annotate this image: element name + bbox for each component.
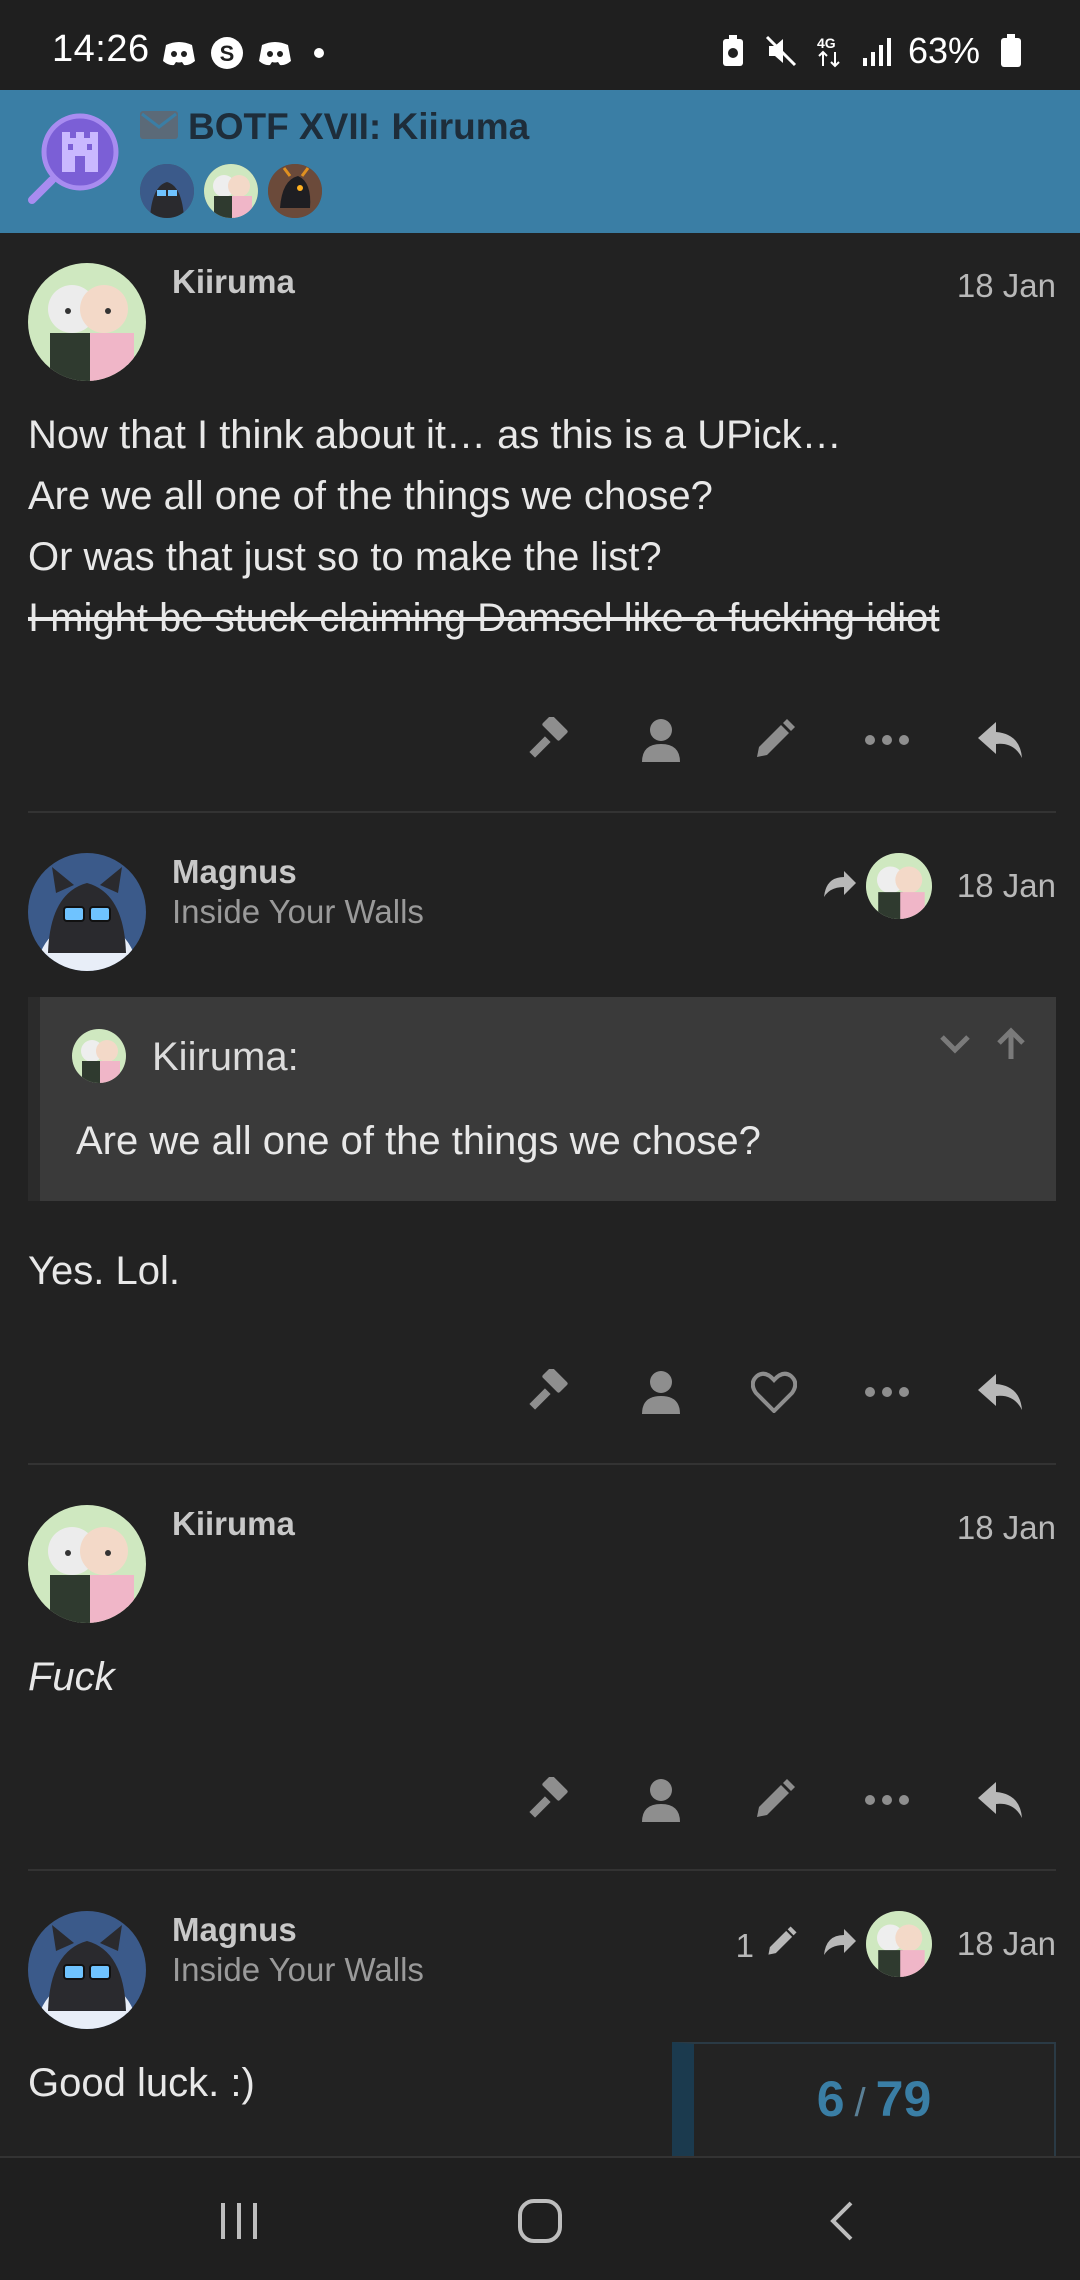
hammer-icon[interactable] [491,1357,604,1427]
user-icon[interactable] [604,705,717,775]
avatar [866,1911,932,1977]
edit-icon[interactable] [717,1765,830,1835]
svg-text:S: S [220,41,235,66]
heart-icon[interactable] [717,1357,830,1427]
post-body: Fuck [28,1655,115,1699]
discord-icon [258,36,292,70]
more-notifications-dot [314,48,324,58]
post-line: Or was that just so to make the list? [28,535,662,579]
reply-to-indicator[interactable] [822,853,932,919]
topic-progress[interactable]: 6/79 [672,2042,1056,2156]
share-icon [822,1927,858,1962]
progress-total: 79 [875,2071,932,2127]
system-icons: 4G 63% [716,30,1028,72]
recents-icon[interactable] [209,2196,269,2246]
post-date[interactable]: 18 Jan [957,1509,1056,1547]
network-icon: 4G [812,34,846,68]
edit-history-indicator[interactable]: 1 [736,1925,798,1967]
user-icon[interactable] [604,1357,717,1427]
pencil-icon [764,1925,798,1967]
post-body: Now that I think about it… as this is a … [28,405,1052,649]
signal-icon [860,34,894,68]
post-actions [491,1765,1056,1835]
more-icon[interactable] [830,705,943,775]
post-date[interactable]: 18 Jan [957,1925,1056,1963]
status-bar: 14:26 S 4G 63% [0,0,1080,90]
post-actions [491,1357,1056,1427]
post-body: Yes. Lol. [28,1249,180,1293]
progress-separator: / [854,2081,866,2125]
post-date[interactable]: 18 Jan [957,267,1056,305]
reply-icon[interactable] [943,1357,1056,1427]
reply-icon[interactable] [943,1765,1056,1835]
notification-icons: S [162,36,324,70]
post: Magnus Inside Your Walls 18 Jan Kiiruma:… [0,813,1080,1465]
mute-icon [764,34,798,68]
avatar[interactable] [268,164,322,218]
avatar[interactable] [140,164,194,218]
battery-percent: 63% [907,30,980,71]
post: Kiiruma 18 Jan Now that I think about it… [0,233,1080,813]
hammer-icon[interactable] [491,1765,604,1835]
avatar[interactable] [28,1505,146,1623]
battery-icon [994,34,1028,68]
svg-text:4G: 4G [817,35,836,51]
arrow-up-icon[interactable] [994,1027,1028,1066]
avatar[interactable] [28,853,146,971]
home-icon[interactable] [510,2196,570,2246]
edit-icon[interactable] [717,705,830,775]
back-icon[interactable] [812,2196,872,2246]
topic-title: BOTF XVII: Kiiruma [188,106,530,147]
post-line: Now that I think about it… as this is a … [28,413,842,457]
reply-icon[interactable] [943,705,1056,775]
s-icon: S [210,36,244,70]
participant-avatars [140,164,322,218]
discord-icon [162,36,196,70]
post-actions [491,705,1056,775]
username[interactable]: Magnus [172,1911,297,1949]
post-line-strikethrough: I might be stuck claiming Damsel like a … [28,596,940,640]
avatar [866,853,932,919]
envelope-icon [140,110,178,144]
reply-to-indicator[interactable] [822,1911,932,1977]
avatar[interactable] [204,164,258,218]
user-title: Inside Your Walls [172,893,424,930]
more-icon[interactable] [830,1765,943,1835]
more-icon[interactable] [830,1357,943,1427]
username[interactable]: Magnus [172,853,297,891]
avatar[interactable] [28,263,146,381]
topic-title-row[interactable]: BOTF XVII: Kiiruma [140,106,529,148]
quote-text: Are we all one of the things we chose? [76,1119,761,1163]
user-title: Inside Your Walls [172,1951,424,1988]
topic-header: BOTF XVII: Kiiruma [0,90,1080,233]
user-icon[interactable] [604,1765,717,1835]
quote-author: Kiiruma: [152,1035,299,1079]
system-nav-bar [0,2156,1080,2280]
username[interactable]: Kiiruma [172,1505,295,1543]
hammer-icon[interactable] [491,705,604,775]
battery-saver-icon [716,34,750,68]
quote-block: Kiiruma: Are we all one of the things we… [28,997,1056,1201]
progress-counter: 6/79 [694,2070,1054,2128]
magnifier-castle-logo[interactable] [26,110,122,206]
avatar[interactable] [28,1911,146,2029]
post: Kiiruma 18 Jan Fuck [0,1465,1080,1871]
post-date[interactable]: 18 Jan [957,867,1056,905]
chevron-down-icon[interactable] [938,1027,972,1066]
edit-count: 1 [735,1927,754,1964]
share-icon [822,869,858,904]
clock: 14:26 [52,28,150,70]
avatar [72,1029,126,1083]
username[interactable]: Kiiruma [172,263,295,301]
progress-current: 6 [816,2071,845,2127]
quote-controls [938,1027,1028,1066]
post-line: Are we all one of the things we chose? [28,474,713,518]
